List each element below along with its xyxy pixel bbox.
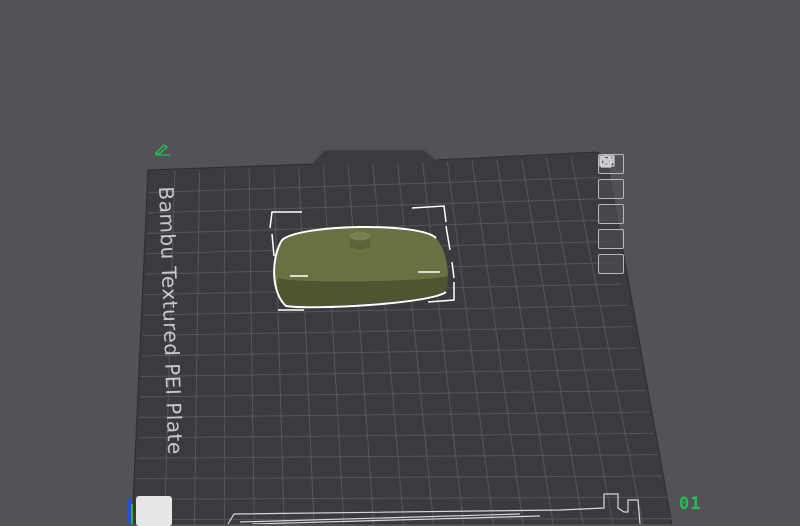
arrange-button[interactable] (598, 155, 624, 199)
plate-index-label[interactable]: 01 (679, 494, 701, 514)
lock-button[interactable] (598, 154, 624, 249)
y-axis-indicator (131, 504, 133, 524)
model-object[interactable] (273, 225, 448, 309)
3d-viewport[interactable]: Bambu Textured PEI Plate 01 (0, 0, 800, 526)
scene-svg (131, 149, 673, 524)
view-cube[interactable] (136, 496, 172, 526)
plate-toolbar (598, 154, 624, 274)
layout-button[interactable] (598, 155, 624, 224)
plate-settings-button[interactable] (598, 154, 624, 274)
settings-icon (599, 154, 613, 168)
